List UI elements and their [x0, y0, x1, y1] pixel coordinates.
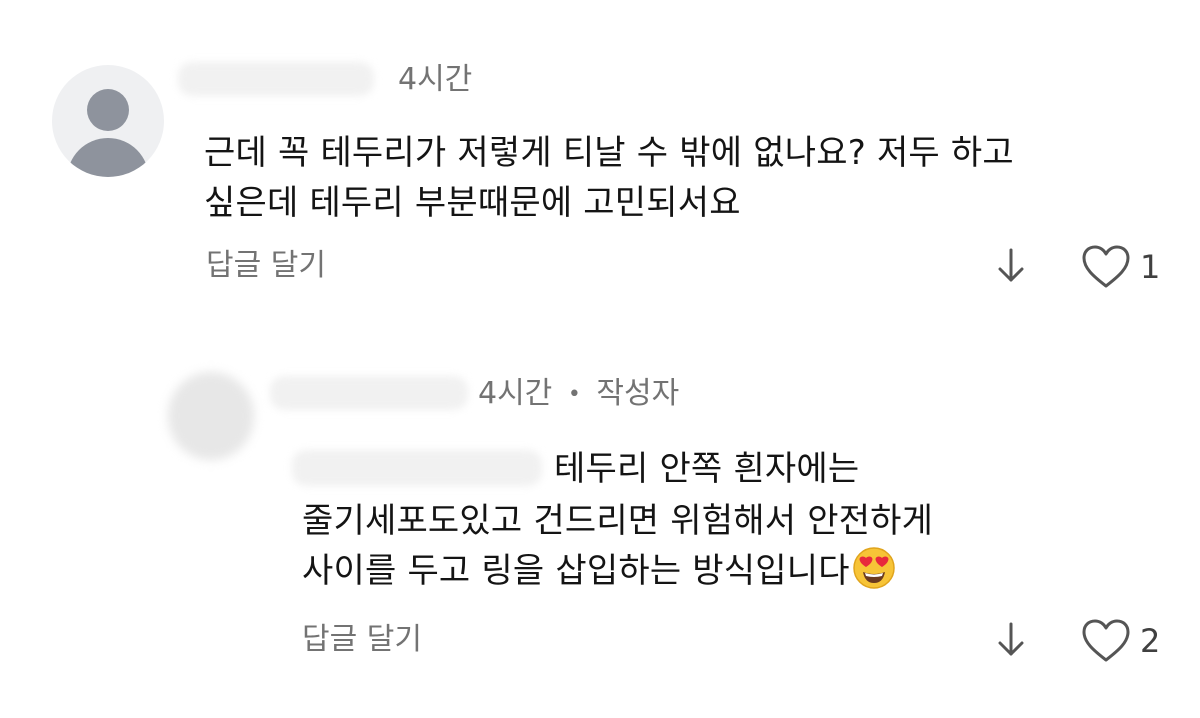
avatar-head [87, 89, 129, 131]
mention-redacted[interactable] [292, 450, 542, 486]
down-arrow-icon[interactable] [996, 620, 1026, 660]
separator-dot: • [567, 382, 581, 407]
comment-text-line: 근데 꼭 테두리가 저렇게 티날 수 밖에 없나요? 저두 하고 [204, 133, 1014, 173]
comment-text-line: 사이를 두고 링을 삽입하는 방식입니다 [302, 546, 1182, 596]
username-redacted[interactable] [178, 62, 374, 96]
username-redacted[interactable] [270, 376, 468, 410]
down-arrow-icon[interactable] [996, 246, 1026, 286]
comment-text-segment: 사이를 두고 링을 삽입하는 방식입니다 [302, 551, 850, 591]
comment-time: 4시간 [398, 62, 473, 97]
heart-eyes-emoji [852, 546, 896, 590]
comment-text-line: 줄기세포도있고 건드리면 위험해서 안전하게 [302, 501, 934, 541]
comment-time: 4시간 [478, 376, 553, 411]
like-count: 1 [1140, 248, 1161, 286]
comment-text-line: 테두리 안쪽 흰자에는 [554, 449, 860, 489]
avatar-redacted[interactable] [168, 372, 254, 460]
reply-button[interactable]: 답글 달기 [206, 248, 326, 284]
avatar-shoulders [67, 138, 149, 177]
comment-text-line: 싶은데 테두리 부분때문에 고민되서요 [204, 183, 741, 223]
avatar[interactable] [52, 65, 164, 177]
author-badge: 작성자 [596, 376, 680, 411]
comment-text: 근데 꼭 테두리가 저렇게 티날 수 밖에 없나요? 저두 하고 싶은데 테두리… [204, 128, 1164, 228]
heart-icon[interactable] [1081, 244, 1131, 290]
reply-button[interactable]: 답글 달기 [302, 622, 422, 658]
comment-text: 줄기세포도있고 건드리면 위험해서 안전하게 사이를 두고 링을 삽입하는 방식… [302, 496, 1182, 596]
comment-text: 테두리 안쪽 흰자에는 [554, 444, 859, 494]
like-count: 2 [1140, 622, 1161, 660]
heart-icon[interactable] [1081, 618, 1131, 664]
comment-meta: 4시간 • 작성자 [478, 376, 679, 415]
